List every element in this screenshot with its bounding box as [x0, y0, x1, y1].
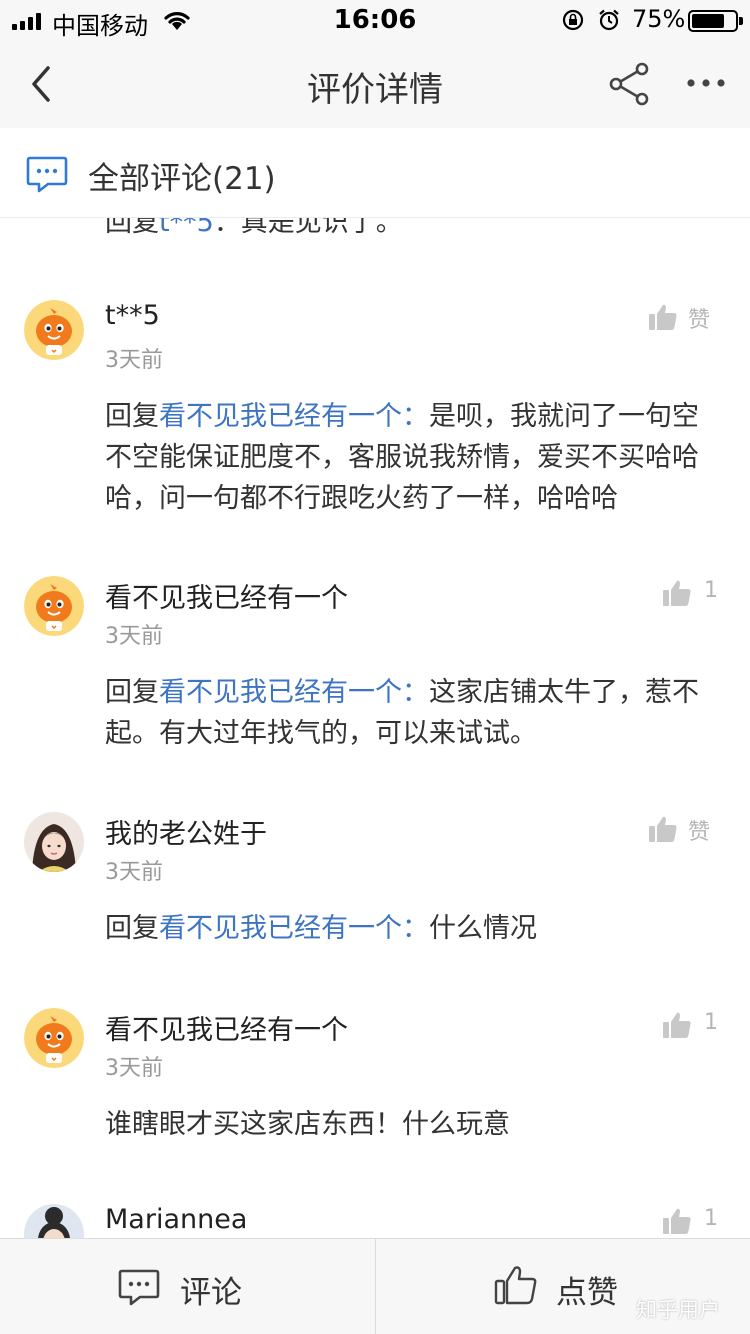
- comment-item: 看不见我已经有一个 3天前 1 谁瞎眼才买这家店东西！什么玩意: [0, 1008, 750, 1158]
- thumbs-up-icon: [649, 816, 677, 842]
- comment-time: 3天前: [105, 348, 163, 373]
- comment-text: 谁瞎眼才买这家店东西！什么玩意: [105, 1109, 510, 1140]
- comment-author[interactable]: Mariannea: [105, 1204, 247, 1235]
- like-button[interactable]: 赞: [640, 812, 730, 848]
- comment-item: 我的老公姓于 3天前 赞 回复看不见我已经有一个：什么情况: [0, 812, 750, 972]
- comment-body: 回复看不见我已经有一个：什么情况: [105, 908, 725, 949]
- comment-author[interactable]: 我的老公姓于: [105, 812, 267, 851]
- reply-prefix: 回复: [105, 401, 159, 432]
- thumbs-up-icon: [663, 1208, 691, 1234]
- comment-body: 回复看不见我已经有一个：这家店铺太牛了，惹不起。有大过年找气的，可以来试试。: [105, 672, 725, 754]
- mascot-avatar-icon: [24, 300, 84, 360]
- status-bar: 中国移动 16:06 75%: [0, 0, 750, 40]
- navigation-bar: 评价详情: [0, 40, 750, 128]
- avatar[interactable]: [24, 576, 84, 636]
- like-count: 赞: [688, 820, 711, 845]
- like-button[interactable]: 赞: [640, 300, 730, 336]
- battery-icon: [688, 10, 743, 32]
- battery-fill: [692, 14, 724, 28]
- user-photo-avatar-icon: [24, 812, 84, 872]
- reply-mention[interactable]: 看不见我已经有一个：: [159, 913, 429, 944]
- avatar[interactable]: [24, 812, 84, 872]
- comment-author[interactable]: 看不见我已经有一个: [105, 1008, 348, 1047]
- like-count: 赞: [688, 308, 711, 333]
- comment-time: 3天前: [105, 860, 163, 885]
- thumbs-up-icon: [494, 1266, 537, 1305]
- comment-button[interactable]: 评论: [0, 1239, 375, 1334]
- comment-author[interactable]: 看不见我已经有一个: [105, 576, 348, 615]
- user-photo-avatar-icon: [24, 1204, 84, 1238]
- thumbs-up-icon: [663, 580, 691, 606]
- thumbs-up-icon: [649, 304, 677, 330]
- like-count: 1: [704, 578, 718, 603]
- comment-icon: [118, 1269, 160, 1306]
- comment-body: 回复看不见我已经有一个：是呗，我就问了一句空不空能保证肥度不，客服说我矫情，爱买…: [105, 396, 725, 519]
- avatar[interactable]: [24, 300, 84, 360]
- section-title: 全部评论(21): [88, 161, 276, 197]
- comment-time: 3天前: [105, 1056, 163, 1081]
- like-button[interactable]: 1: [654, 1008, 744, 1044]
- like-button-label: 点赞: [556, 1275, 618, 1311]
- like-button[interactable]: 1: [654, 1204, 744, 1238]
- like-count: 1: [704, 1010, 718, 1035]
- avatar[interactable]: [24, 1008, 84, 1068]
- comment-item: Mariannea 1: [0, 1204, 750, 1238]
- comment-text: 什么情况: [429, 913, 537, 944]
- like-button[interactable]: 1: [654, 576, 744, 612]
- reply-prefix: 回复: [105, 913, 159, 944]
- reply-mention[interactable]: 看不见我已经有一个：: [159, 677, 429, 708]
- comment-feed[interactable]: 回复t**5：真是见识了。 t**5 3天前 赞 回复看不见我已经有一个：是呗，…: [0, 128, 750, 1238]
- rotation-lock-icon: [562, 9, 584, 31]
- battery-percent: 75%: [632, 5, 686, 33]
- comment-body: 谁瞎眼才买这家店东西！什么玩意: [105, 1104, 725, 1145]
- comment-item: t**5 3天前 赞 回复看不见我已经有一个：是呗，我就问了一句空不空能保证肥度…: [0, 300, 750, 520]
- comment-bubble-icon: [26, 156, 68, 193]
- reply-prefix: 回复: [105, 677, 159, 708]
- more-icon[interactable]: [684, 68, 728, 98]
- section-header: 全部评论(21): [0, 128, 750, 218]
- mascot-avatar-icon: [24, 1008, 84, 1068]
- comment-item: 看不见我已经有一个 3天前 1 回复看不见我已经有一个：这家店铺太牛了，惹不起。…: [0, 576, 750, 756]
- reply-mention[interactable]: 看不见我已经有一个：: [159, 401, 429, 432]
- comment-time: 3天前: [105, 624, 163, 649]
- alarm-icon: [599, 9, 619, 31]
- thumbs-up-icon: [663, 1012, 691, 1038]
- mascot-avatar-icon: [24, 576, 84, 636]
- avatar[interactable]: [24, 1204, 84, 1238]
- comment-button-label: 评论: [180, 1275, 242, 1311]
- share-icon[interactable]: [606, 62, 654, 106]
- comment-author[interactable]: t**5: [105, 300, 160, 331]
- watermark: 知乎用户: [636, 1298, 720, 1322]
- like-count: 1: [704, 1206, 718, 1231]
